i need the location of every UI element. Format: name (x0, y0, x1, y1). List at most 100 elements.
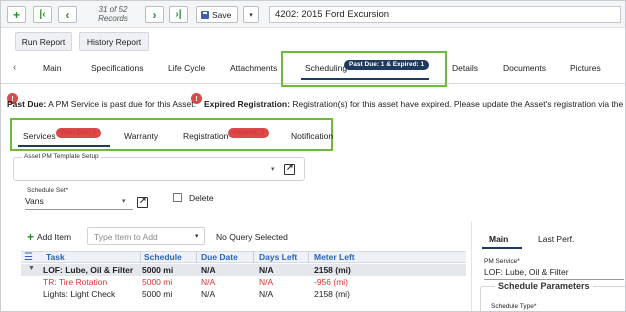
last-record-button[interactable]: ›| (169, 6, 188, 23)
add-item-button[interactable]: + Add Item (27, 230, 71, 244)
open-external-icon[interactable] (137, 195, 148, 208)
record-counter: 31 of 52 Records (88, 5, 138, 23)
col-header-schedule[interactable]: Schedule (144, 252, 182, 262)
record-counter-label: Records (98, 14, 128, 23)
group-due-date: N/A (201, 265, 216, 275)
row-meter-left: -956 (mi) (314, 277, 349, 287)
alert-bar: ! Past Due: A PM Service is past due for… (1, 93, 625, 111)
record-toolbar: + |‹ ‹ 31 of 52 Records › ›| Save ▾ 4202… (1, 1, 625, 28)
pm-service-field[interactable]: LOF: Lube, Oil & Filter (484, 267, 624, 280)
col-header-due-date[interactable]: Due Date (201, 252, 238, 262)
expired-alert-title: Expired Registration: (204, 99, 290, 109)
row-meter-left: 2158 (mi) (314, 289, 350, 299)
col-header-meter-left[interactable]: Meter Left (314, 252, 355, 262)
tab-attachments[interactable]: Attachments (230, 63, 277, 73)
first-page-icon: |‹ (39, 8, 46, 20)
chevron-left-icon[interactable]: ‹ (13, 62, 16, 73)
row-schedule: 5000 mi (142, 289, 173, 299)
add-item-label: Add Item (37, 232, 72, 242)
panel-tab-last-perf[interactable]: Last Perf. (538, 234, 574, 244)
subtab-services[interactable]: Services (23, 131, 56, 141)
tab-life-cycle[interactable]: Life Cycle (168, 63, 205, 73)
add-record-button[interactable]: + (7, 6, 26, 23)
schedule-parameters-section: Schedule Parameters Schedule Type* (480, 281, 625, 311)
tab-pictures[interactable]: Pictures (570, 63, 601, 73)
col-header-days-left[interactable]: Days Left (259, 252, 297, 262)
row-task: TR: Tire Rotation (43, 277, 108, 287)
past-due-alert: Past Due: A PM Service is past due for t… (7, 99, 196, 109)
collapse-triangle-icon[interactable]: ▼ (28, 265, 35, 272)
row-days-left: N/A (259, 277, 274, 287)
caret-down-icon[interactable]: ▾ (195, 232, 199, 240)
active-panel-tab-indicator (482, 247, 522, 249)
asset-title: 4202: 2015 Ford Excursion (269, 6, 621, 23)
schedule-set-label: Schedule Set* (27, 187, 69, 194)
floppy-disk-icon (201, 10, 209, 19)
row-schedule: 5000 mi (142, 277, 173, 287)
row-due-date: N/A (201, 289, 216, 299)
subtab-notification[interactable]: Notification (291, 131, 333, 141)
group-days-left: N/A (259, 265, 274, 275)
delete-label: Delete (189, 193, 214, 203)
schedule-parameters-title: Schedule Parameters (495, 281, 593, 291)
col-header-task[interactable]: Task (46, 252, 65, 262)
type-item-input[interactable]: Type Item to Add ▾ (87, 227, 205, 245)
type-item-placeholder: Type Item to Add (94, 232, 158, 242)
caret-down-icon: ▾ (249, 11, 253, 19)
column-divider (140, 251, 141, 263)
pm-template-field[interactable]: Asset PM Template Setup ▾ (13, 153, 305, 181)
column-divider (253, 251, 254, 263)
plus-icon: + (27, 230, 35, 244)
column-divider (308, 251, 309, 263)
registration-expired-badge: Expired: 1 (228, 128, 270, 138)
pm-template-label: Asset PM Template Setup (22, 153, 101, 160)
column-divider (196, 251, 197, 263)
subtab-registration[interactable]: Registration (183, 131, 228, 141)
expired-alert-icon: ! (191, 93, 202, 104)
row-due-date: N/A (201, 277, 216, 287)
schedule-set-value: Vans (25, 196, 44, 206)
delete-checkbox[interactable] (173, 193, 182, 202)
past-due-alert-title: Past Due: (7, 99, 47, 109)
subtab-warranty[interactable]: Warranty (124, 131, 158, 141)
row-days-left: N/A (259, 289, 274, 299)
save-button-label: Save (212, 9, 232, 20)
query-status: No Query Selected (216, 232, 288, 242)
expired-registration-alert: Expired Registration: Registration(s) fo… (204, 99, 625, 109)
save-button[interactable]: Save (196, 6, 238, 23)
run-report-button[interactable]: Run Report (15, 32, 72, 51)
schedule-set-select[interactable]: Vans ▾ (25, 196, 133, 210)
last-page-icon: ›| (175, 8, 182, 20)
next-record-button[interactable]: › (145, 6, 164, 23)
history-report-button[interactable]: History Report (79, 32, 149, 51)
more-actions-dropdown[interactable]: ▾ (243, 6, 259, 23)
tab-documents[interactable]: Documents (503, 63, 546, 73)
asset-record-page: + |‹ ‹ 31 of 52 Records › ›| Save ▾ 4202… (0, 0, 626, 312)
group-schedule: 5000 mi (142, 265, 174, 275)
schedule-type-label: Schedule Type* (491, 303, 537, 310)
chevron-left-icon: ‹ (65, 7, 70, 22)
group-task: LOF: Lube, Oil & Filter (43, 265, 134, 275)
caret-down-icon[interactable]: ▾ (271, 165, 275, 173)
row-task: Lights: Light Check (43, 289, 116, 299)
open-external-icon[interactable] (284, 162, 295, 175)
previous-record-button[interactable]: ‹ (58, 6, 77, 23)
expired-alert-text: Registration(s) for this asset have expi… (292, 99, 625, 109)
active-subtab-indicator (18, 145, 110, 147)
plus-icon: + (12, 7, 20, 22)
scheduling-tab-highlight (281, 51, 447, 87)
services-past-due-badge: Past Due: 1 (56, 128, 102, 138)
tab-main[interactable]: Main (43, 63, 61, 73)
grid-header: ☰ (21, 251, 466, 263)
first-record-button[interactable]: |‹ (33, 6, 52, 23)
grid-menu-icon[interactable]: ☰ (24, 252, 33, 263)
chevron-right-icon: › (152, 7, 157, 22)
panel-tab-main[interactable]: Main (489, 234, 508, 244)
pm-detail-panel: Main Last Perf. PM Service* LOF: Lube, O… (471, 221, 625, 311)
tab-specifications[interactable]: Specifications (91, 63, 143, 73)
pm-service-label: PM Service* (484, 258, 520, 265)
caret-down-icon: ▾ (122, 198, 126, 205)
past-due-alert-text: A PM Service is past due for this Asset. (46, 99, 196, 109)
record-counter-position: 31 of 52 (98, 5, 128, 14)
tab-details[interactable]: Details (452, 63, 478, 73)
